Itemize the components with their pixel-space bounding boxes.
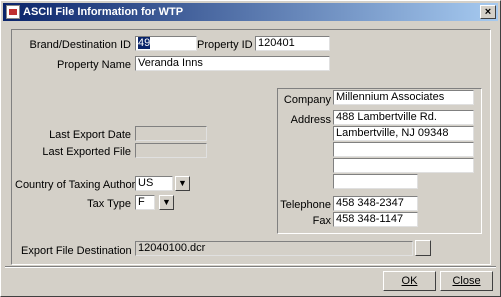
brand-destination-value: 49 [138, 37, 151, 49]
export-destination-field: 12040100.dcr [135, 241, 413, 256]
close-button[interactable]: Close [440, 271, 493, 291]
address-line-1-field[interactable]: 488 Lambertville Rd. [333, 110, 474, 125]
export-destination-label: Export File Destination [21, 245, 132, 257]
address-label: Address [290, 114, 331, 126]
down-arrow-icon: ▼ [178, 178, 187, 188]
address-extra-field[interactable] [333, 174, 418, 189]
tax-type-field[interactable]: F [135, 195, 155, 210]
last-export-date-label: Last Export Date [49, 129, 131, 141]
dialog-window: ASCII File Information for WTP × Brand/D… [0, 0, 501, 297]
browse-button[interactable] [415, 240, 431, 256]
last-export-date-field [135, 126, 207, 141]
property-id-label: Property ID [197, 39, 253, 51]
ok-button[interactable]: OK [383, 271, 436, 291]
tax-type-label: Tax Type [87, 198, 131, 210]
app-icon [6, 5, 20, 19]
country-taxing-label: Country of Taxing Authority [15, 179, 147, 191]
brand-destination-field[interactable]: 49 [135, 36, 197, 51]
close-window-button[interactable]: × [480, 5, 496, 19]
ok-button-label: OK [401, 275, 418, 287]
country-dropdown-button[interactable]: ▼ [175, 176, 190, 191]
down-arrow-icon: ▼ [162, 197, 171, 207]
company-field[interactable]: Millennium Associates [333, 90, 474, 105]
last-exported-file-label: Last Exported File [42, 146, 131, 158]
brand-destination-label: Brand/Destination ID [29, 39, 132, 51]
address-line-2-field[interactable]: Lambertville, NJ 09348 [333, 126, 474, 141]
fax-label: Fax [312, 215, 331, 227]
tax-type-dropdown-button[interactable]: ▼ [159, 195, 174, 210]
last-exported-file-field [135, 143, 207, 158]
company-label: Company [283, 94, 331, 106]
telephone-label: Telephone [280, 199, 331, 211]
telephone-field[interactable]: 458 348-2347 [333, 196, 418, 211]
address-line-3-field[interactable] [333, 142, 474, 157]
window-title: ASCII File Information for WTP [23, 6, 184, 18]
country-taxing-field[interactable]: US [135, 176, 173, 191]
fax-field[interactable]: 458 348-1147 [333, 212, 418, 227]
property-name-field[interactable]: Veranda Inns [135, 56, 330, 71]
address-line-4-field[interactable] [333, 158, 474, 173]
title-bar[interactable]: ASCII File Information for WTP × [3, 3, 498, 21]
property-id-field[interactable]: 120401 [255, 36, 330, 51]
divider [5, 266, 496, 268]
close-button-label: Close [452, 275, 481, 287]
property-name-label: Property Name [57, 59, 131, 71]
